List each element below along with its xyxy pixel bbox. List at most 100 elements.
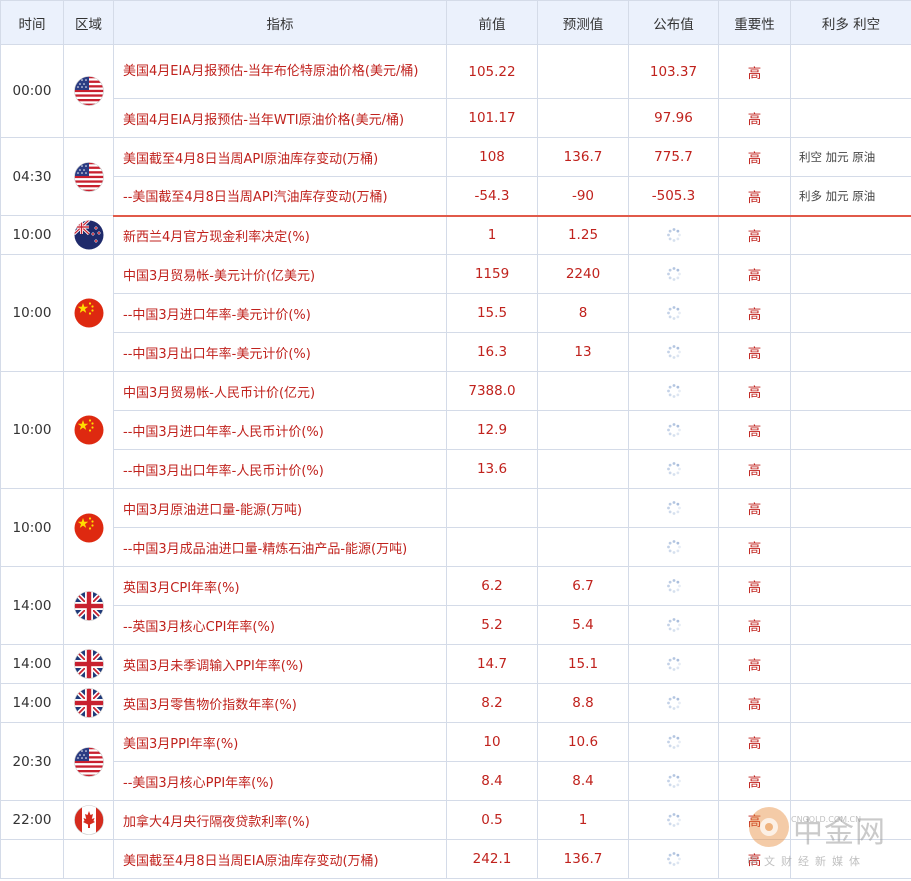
indicator-name[interactable]: 美国截至4月8日当周API原油库存变动(万桶) xyxy=(113,137,447,177)
importance-value: 高 xyxy=(718,410,791,450)
event-time: 14:00 xyxy=(0,644,64,684)
previous-value: 8.2 xyxy=(446,683,538,723)
forecast-value: -90 xyxy=(537,176,629,217)
previous-value: 0.5 xyxy=(446,800,538,840)
loading-spinner-icon xyxy=(666,851,682,867)
indicator-name[interactable]: --中国3月进口年率-美元计价(%) xyxy=(113,293,447,333)
table-row[interactable]: --中国3月进口年率-美元计价(%) 15.5 8 高 xyxy=(1,293,911,333)
actual-value: 775.7 xyxy=(628,137,719,177)
indicator-name[interactable]: --中国3月出口年率-美元计价(%) xyxy=(113,332,447,372)
header-time[interactable]: 时间 xyxy=(0,0,64,45)
indicator-name[interactable]: 中国3月贸易帐-美元计价(亿美元) xyxy=(113,254,447,294)
effect-tag xyxy=(790,371,911,411)
region-cell xyxy=(63,371,114,489)
actual-value xyxy=(628,566,719,606)
header-forecast[interactable]: 预测值 xyxy=(537,0,629,45)
effect-tag xyxy=(790,410,911,450)
table-row[interactable]: 20:30 美国3月PPI年率(%) 10 10.6 高 xyxy=(0,722,911,801)
cn-flag-icon xyxy=(74,415,104,445)
table-row[interactable]: 14:00 英国3月未季调输入PPI年率(%) 14.7 15.1 高 xyxy=(0,644,911,684)
indicator-name[interactable]: --美国截至4月8日当周API汽油库存变动(万桶) xyxy=(113,176,447,217)
importance-value: 高 xyxy=(718,449,791,489)
region-cell xyxy=(63,137,114,216)
forecast-value: 2240 xyxy=(537,254,629,294)
loading-spinner-icon xyxy=(666,344,682,360)
indicator-name[interactable]: 美国3月PPI年率(%) xyxy=(113,722,447,762)
indicator-name[interactable]: 英国3月CPI年率(%) xyxy=(113,566,447,606)
indicator-name[interactable]: --英国3月核心CPI年率(%) xyxy=(113,605,447,645)
table-row[interactable]: 10:00 中国3月贸易帐-美元计价(亿美元) 1159 2240 高 xyxy=(0,254,911,372)
economic-calendar-table: 时间 区域 指标 前值 预测值 公布值 重要性 利多 利空 00:00 美国4月… xyxy=(0,0,911,879)
forecast-value: 8.4 xyxy=(537,761,629,801)
table-row[interactable]: 04:30 美国截至4月8日当周API原油库存变动(万桶) 108 136.7 … xyxy=(0,137,911,216)
indicator-name[interactable]: 中国3月贸易帐-人民币计价(亿元) xyxy=(113,371,447,411)
table-row[interactable]: --中国3月进口年率-人民币计价(%) 12.9 高 xyxy=(1,410,911,450)
actual-value xyxy=(628,293,719,333)
loading-spinner-icon xyxy=(666,578,682,594)
indicator-name[interactable]: 英国3月零售物价指数年率(%) xyxy=(113,683,447,723)
header-previous[interactable]: 前值 xyxy=(446,0,538,45)
indicator-name[interactable]: 英国3月未季调输入PPI年率(%) xyxy=(113,644,447,684)
header-importance[interactable]: 重要性 xyxy=(718,0,791,45)
table-row[interactable]: 00:00 美国4月EIA月报预估-当年布伦特原油价格(美元/桶) 105.22… xyxy=(0,44,911,138)
forecast-value: 8 xyxy=(537,293,629,333)
table-row[interactable]: --中国3月出口年率-人民币计价(%) 13.6 高 xyxy=(1,449,911,489)
table-row[interactable]: --美国截至4月8日当周API汽油库存变动(万桶) -54.3 -90 -505… xyxy=(1,176,911,217)
table-row[interactable]: --英国3月核心CPI年率(%) 5.2 5.4 高 xyxy=(1,605,911,645)
indicator-name[interactable]: --中国3月成品油进口量-精炼石油产品-能源(万吨) xyxy=(113,527,447,567)
forecast-value: 5.4 xyxy=(537,605,629,645)
table-row[interactable]: 美国截至4月8日当周EIA原油库存变动(万桶) 242.1 136.7 高 xyxy=(0,839,911,879)
loading-spinner-icon xyxy=(666,812,682,828)
region-cell xyxy=(63,722,114,801)
effect-tag: 利多 加元 原油 xyxy=(790,176,911,217)
header-actual[interactable]: 公布值 xyxy=(628,0,719,45)
actual-value: 97.96 xyxy=(628,98,719,138)
region-cell xyxy=(63,44,114,138)
table-row[interactable]: 14:00 英国3月零售物价指数年率(%) 8.2 8.8 高 xyxy=(0,683,911,723)
table-row[interactable]: --中国3月成品油进口量-精炼石油产品-能源(万吨) 高 xyxy=(1,527,911,567)
previous-value: 15.5 xyxy=(446,293,538,333)
region-cell xyxy=(63,254,114,372)
importance-value: 高 xyxy=(718,761,791,801)
indicator-name[interactable]: --中国3月出口年率-人民币计价(%) xyxy=(113,449,447,489)
table-row[interactable]: --美国3月核心PPI年率(%) 8.4 8.4 高 xyxy=(1,761,911,801)
previous-value xyxy=(446,488,538,528)
loading-spinner-icon xyxy=(666,461,682,477)
event-time: 22:00 xyxy=(0,800,64,840)
table-row[interactable]: --中国3月出口年率-美元计价(%) 16.3 13 高 xyxy=(1,332,911,372)
indicator-name[interactable]: --中国3月进口年率-人民币计价(%) xyxy=(113,410,447,450)
table-row[interactable]: 10:00 新西兰4月官方现金利率决定(%) 1 1.25 高 xyxy=(0,215,911,255)
event-time: 20:30 xyxy=(0,722,64,801)
table-row[interactable]: 美国4月EIA月报预估-当年WTI原油价格(美元/桶) 101.17 97.96… xyxy=(1,98,911,138)
indicator-name[interactable]: 新西兰4月官方现金利率决定(%) xyxy=(113,215,447,255)
region-cell xyxy=(63,215,114,255)
importance-value: 高 xyxy=(718,527,791,567)
importance-value: 高 xyxy=(718,176,791,217)
table-row[interactable]: 22:00 加拿大4月央行隔夜贷款利率(%) 0.5 1 高 xyxy=(0,800,911,840)
indicator-name[interactable]: 美国4月EIA月报预估-当年布伦特原油价格(美元/桶) xyxy=(113,44,447,99)
indicator-name[interactable]: 美国截至4月8日当周EIA原油库存变动(万桶) xyxy=(113,839,447,879)
previous-value: 108 xyxy=(446,137,538,177)
indicator-name[interactable]: 加拿大4月央行隔夜贷款利率(%) xyxy=(113,800,447,840)
effect-tag xyxy=(790,839,911,879)
header-indicator[interactable]: 指标 xyxy=(113,0,447,45)
ca-flag-icon xyxy=(73,805,104,835)
table-row[interactable]: 10:00 中国3月原油进口量-能源(万吨) 高 xyxy=(0,488,911,567)
indicator-name[interactable]: 美国4月EIA月报预估-当年WTI原油价格(美元/桶) xyxy=(113,98,447,138)
region-cell xyxy=(63,566,114,645)
header-region[interactable]: 区域 xyxy=(63,0,114,45)
header-effect[interactable]: 利多 利空 xyxy=(790,0,911,45)
indicator-name[interactable]: --美国3月核心PPI年率(%) xyxy=(113,761,447,801)
loading-spinner-icon xyxy=(666,656,682,672)
previous-value: 101.17 xyxy=(446,98,538,138)
actual-value xyxy=(628,605,719,645)
indicator-name[interactable]: 中国3月原油进口量-能源(万吨) xyxy=(113,488,447,528)
event-time: 04:30 xyxy=(0,137,64,216)
region-cell xyxy=(63,644,114,684)
table-row[interactable]: 10:00 中国3月贸易帐-人民币计价(亿元) 7388.0 高 xyxy=(0,371,911,489)
actual-value xyxy=(628,449,719,489)
table-row[interactable]: 14:00 英国3月CPI年率(%) 6.2 6.7 高 xyxy=(0,566,911,645)
effect-tag xyxy=(790,683,911,723)
previous-value: 6.2 xyxy=(446,566,538,606)
importance-value: 高 xyxy=(718,605,791,645)
